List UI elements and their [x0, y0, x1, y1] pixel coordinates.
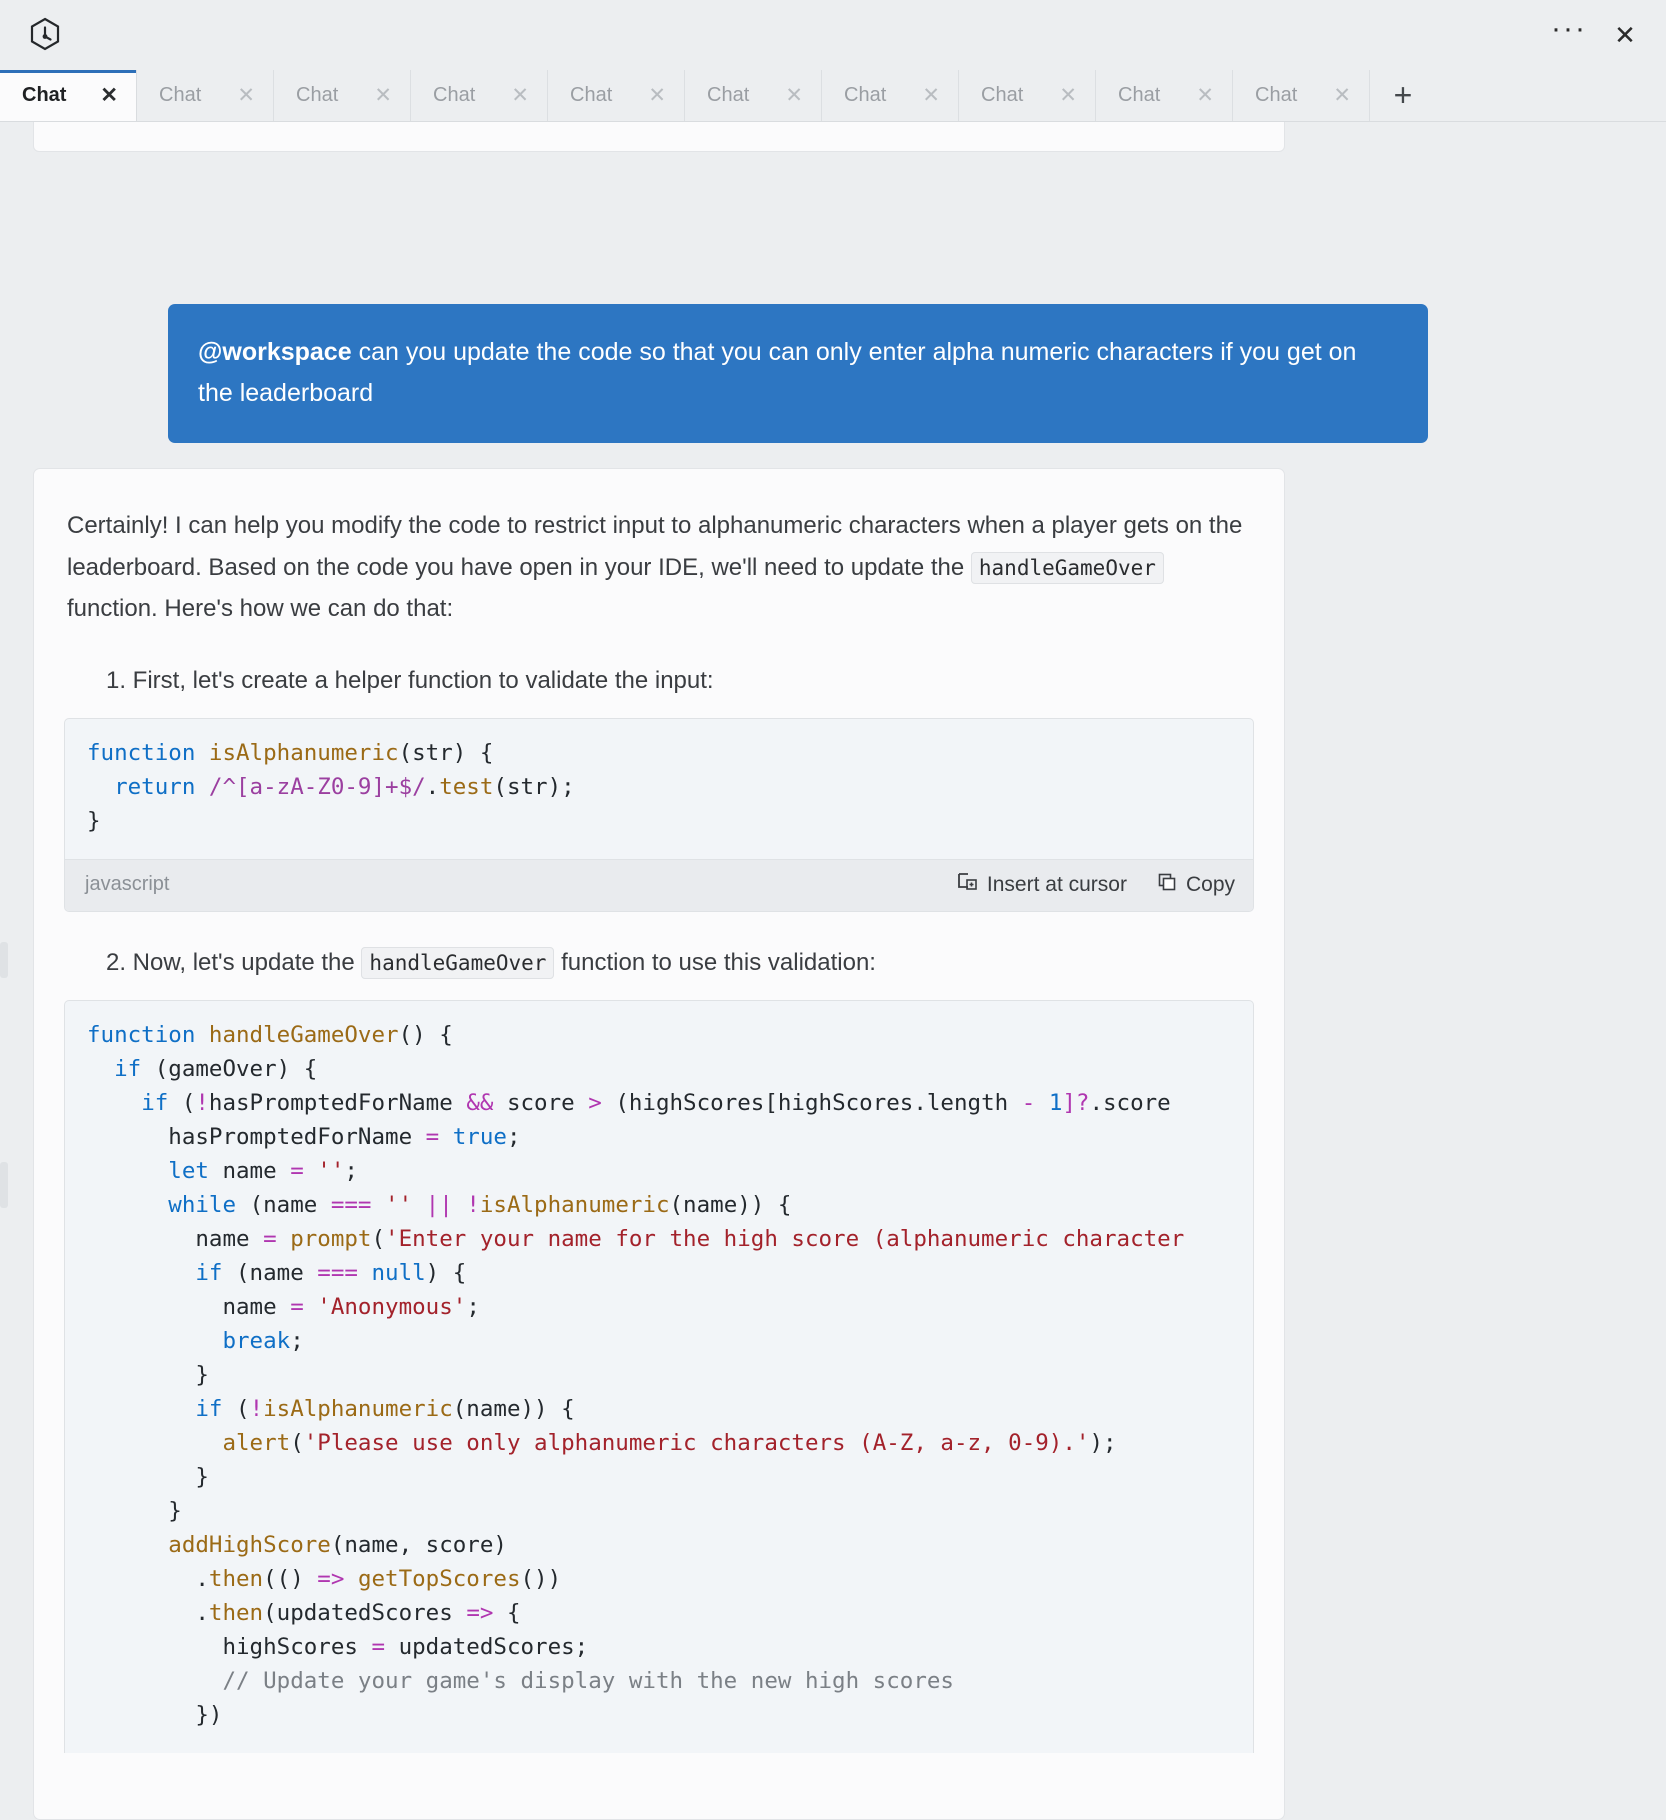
tab-close-icon[interactable]: ✕ [648, 85, 666, 106]
more-options-icon[interactable]: ··· [1546, 12, 1592, 58]
tab-label: Chat [22, 84, 67, 106]
tab-close-icon[interactable]: ✕ [237, 85, 255, 106]
insert-at-cursor-label: Insert at cursor [986, 872, 1127, 896]
tab-chat-8[interactable]: Chat ✕ [959, 70, 1096, 121]
tab-strip: Chat ✕ Chat ✕ Chat ✕ Chat ✕ Chat ✕ Chat … [0, 70, 1666, 122]
previous-message-panel [33, 122, 1285, 152]
code-language-label: javascript [85, 873, 170, 896]
tab-chat-7[interactable]: Chat ✕ [822, 70, 959, 121]
tab-chat-10[interactable]: Chat ✕ [1233, 70, 1370, 121]
inline-code-handlegameover: handleGameOver [970, 551, 1164, 584]
tab-label: Chat [844, 84, 887, 106]
new-tab-button[interactable]: + [1370, 70, 1436, 121]
title-bar: ··· ✕ [0, 0, 1666, 70]
step-2-part-1: 2. Now, let's update the [106, 948, 362, 976]
step-1-text: 1. First, let's create a helper function… [106, 666, 714, 694]
tab-chat-9[interactable]: Chat ✕ [1096, 70, 1233, 121]
tab-chat-5[interactable]: Chat ✕ [548, 70, 685, 121]
tab-chat-2[interactable]: Chat ✕ [137, 70, 274, 121]
inline-code-handlegameover-2: handleGameOver [361, 946, 555, 979]
insert-at-cursor-button[interactable]: Insert at cursor [956, 871, 1127, 899]
tab-label: Chat [1118, 84, 1161, 106]
tab-label: Chat [981, 84, 1024, 106]
tab-chat-1[interactable]: Chat ✕ [0, 70, 137, 121]
copy-code-button[interactable]: Copy [1157, 872, 1235, 898]
step-2-text: 2. Now, let's update the handleGameOver … [106, 944, 1254, 982]
tab-close-icon[interactable]: ✕ [922, 85, 940, 106]
tab-label: Chat [296, 84, 339, 106]
assistant-response-card: Certainly! I can help you modify the cod… [33, 468, 1285, 1820]
assistant-intro-paragraph: Certainly! I can help you modify the cod… [64, 505, 1254, 630]
code-block-2-content: function handleGameOver() { if (gameOver… [87, 1022, 1185, 1728]
code-block-1-actions: Insert at cursor Copy [956, 871, 1235, 899]
insert-at-cursor-icon [956, 871, 978, 899]
tab-close-icon[interactable]: ✕ [785, 85, 803, 106]
tab-chat-4[interactable]: Chat ✕ [411, 70, 548, 121]
tab-close-icon[interactable]: ✕ [511, 85, 529, 106]
window-controls: ··· ✕ [1546, 0, 1648, 70]
user-message-text: can you update the code so that you can … [198, 338, 1357, 407]
code-block-2: function handleGameOver() { if (gameOver… [64, 1000, 1254, 1753]
tab-label: Chat [159, 84, 202, 106]
tab-close-icon[interactable]: ✕ [100, 85, 118, 106]
tab-chat-6[interactable]: Chat ✕ [685, 70, 822, 121]
tab-label: Chat [570, 84, 613, 106]
user-message-bubble: @workspace can you update the code so th… [168, 304, 1428, 443]
code-block-1-content: function isAlphanumeric(str) { return /^… [87, 739, 575, 834]
copy-label: Copy [1185, 872, 1235, 896]
scrollbar-stub-upper[interactable] [0, 942, 8, 978]
tab-label: Chat [1255, 84, 1298, 106]
tab-close-icon[interactable]: ✕ [1059, 85, 1077, 106]
workspace-mention: @workspace [198, 338, 352, 366]
step-2-part-2: function to use this validation: [554, 948, 876, 976]
tab-close-icon[interactable]: ✕ [374, 85, 392, 106]
intro-text-part-2: function. Here's how we can do that: [67, 595, 454, 623]
code-block-1-footer: javascript Insert at cursor Copy [65, 858, 1253, 911]
copy-icon [1157, 872, 1177, 898]
tab-close-icon[interactable]: ✕ [1196, 85, 1214, 106]
tab-label: Chat [433, 84, 476, 106]
close-window-icon[interactable]: ✕ [1602, 12, 1648, 58]
tab-chat-3[interactable]: Chat ✕ [274, 70, 411, 121]
code-block-1: function isAlphanumeric(str) { return /^… [64, 717, 1254, 912]
chat-scroll-area[interactable]: @workspace can you update the code so th… [0, 122, 1666, 1820]
tab-label: Chat [707, 84, 750, 106]
tab-close-icon[interactable]: ✕ [1333, 85, 1351, 106]
scrollbar-stub-lower[interactable] [0, 1162, 8, 1208]
hexagon-logo-icon [24, 14, 66, 56]
